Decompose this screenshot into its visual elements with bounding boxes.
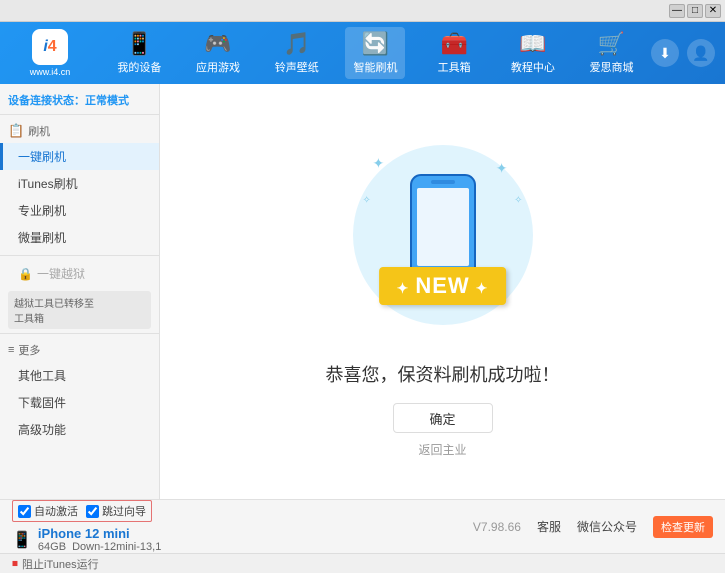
nav-label-toolbox: 工具箱 <box>438 59 471 75</box>
tutorials-icon: 📖 <box>519 31 546 57</box>
smart-flash-icon: 🔄 <box>362 31 389 57</box>
minimize-button[interactable]: — <box>669 4 685 18</box>
bottom-checkboxes: 自动激活 跳过向导 <box>12 500 172 522</box>
flash-group-icon: 📋 <box>8 123 24 139</box>
itunes-bar: ⏹ 阻止iTunes运行 <box>0 553 725 573</box>
lock-icon: 🔒 <box>18 267 33 281</box>
nav-item-my-device[interactable]: 📱 我的设备 <box>109 27 169 79</box>
more-section[interactable]: ≡ 更多 <box>0 338 159 362</box>
nav-bar: i4 www.i4.cn 📱 我的设备 🎮 应用游戏 🎵 铃声壁纸 🔄 智能刷机… <box>0 22 725 84</box>
sidebar-item-one-click-flash[interactable]: 一键刷机 <box>0 143 159 170</box>
nav-label-my-device: 我的设备 <box>117 59 161 75</box>
sidebar-notice: 越狱工具已转移至 工具箱 <box>8 291 151 329</box>
device-name: iPhone 12 mini <box>38 526 161 541</box>
wechat-link[interactable]: 微信公众号 <box>577 518 637 535</box>
nav-item-store[interactable]: 🛒 爱思商城 <box>582 27 642 79</box>
new-ribbon: NEW <box>379 267 507 305</box>
auto-activate-input[interactable] <box>18 505 31 518</box>
skip-guide-checkbox[interactable]: 跳过向导 <box>86 503 146 519</box>
auto-activate-checkbox[interactable]: 自动激活 <box>18 503 78 519</box>
nav-item-toolbox[interactable]: 🧰 工具箱 <box>424 27 484 79</box>
device-info: 📱 iPhone 12 mini 64GB Down-12mini-13,1 <box>12 526 172 553</box>
status-value: 正常模式 <box>85 95 129 107</box>
sidebar-item-advanced[interactable]: 高级功能 <box>0 416 159 443</box>
main-container: 设备连接状态：正常模式 📋 刷机 一键刷机 iTunes刷机 专业刷机 微量刷机… <box>0 84 725 499</box>
more-icon: ≡ <box>8 344 14 356</box>
main-content: ✦ ✦ ✧ ✧ NEW 恭喜您，保资料刷机成功啦！ 确定 返回 <box>160 84 725 499</box>
title-bar: — □ ✕ <box>0 0 725 22</box>
flash-group-label: 刷机 <box>28 123 50 139</box>
store-icon: 🛒 <box>598 31 625 57</box>
success-text: 恭喜您，保资料刷机成功啦！ <box>326 361 560 387</box>
back-link[interactable]: 返回主业 <box>418 441 466 458</box>
status-bar: 设备连接状态：正常模式 <box>0 88 159 115</box>
notice-text: 越狱工具已转移至 工具箱 <box>14 299 94 325</box>
device-system: Down-12mini-13,1 <box>72 541 161 553</box>
bottom-right: V7.98.66 客服 微信公众号 检查更新 <box>172 516 713 538</box>
version-label: V7.98.66 <box>473 520 521 534</box>
sidebar-divider-2 <box>0 333 159 334</box>
sparkle-1: ✦ <box>373 155 385 172</box>
nav-item-apps-games[interactable]: 🎮 应用游戏 <box>188 27 248 79</box>
auto-activate-label: 自动激活 <box>34 503 78 519</box>
update-button[interactable]: 检查更新 <box>653 516 713 538</box>
checkbox-border: 自动激活 跳过向导 <box>12 500 152 522</box>
sparkle-4: ✧ <box>363 195 371 206</box>
maximize-button[interactable]: □ <box>687 4 703 18</box>
nav-items: 📱 我的设备 🎮 应用游戏 🎵 铃声壁纸 🔄 智能刷机 🧰 工具箱 📖 教程中心… <box>100 27 651 79</box>
stop-icon: ⏹ <box>12 556 18 571</box>
status-label: 设备连接状态： <box>8 95 85 107</box>
nav-item-tutorials[interactable]: 📖 教程中心 <box>503 27 563 79</box>
skip-guide-label: 跳过向导 <box>102 503 146 519</box>
sidebar-item-itunes-flash[interactable]: iTunes刷机 <box>0 170 159 197</box>
ringtones-icon: 🎵 <box>283 31 310 57</box>
nav-item-ringtones[interactable]: 🎵 铃声壁纸 <box>267 27 327 79</box>
sparkle-2: ✦ <box>496 160 508 177</box>
sparkle-3: ✧ <box>514 195 522 206</box>
itunes-stop-label: 阻止iTunes运行 <box>22 556 99 572</box>
apps-games-icon: 🎮 <box>204 31 231 57</box>
app-logo: i4 www.i4.cn <box>10 29 90 77</box>
logo-subtitle: www.i4.cn <box>30 67 71 77</box>
device-storage: 64GB <box>38 541 66 553</box>
device-details: iPhone 12 mini 64GB Down-12mini-13,1 <box>38 526 161 553</box>
flash-group[interactable]: 📋 刷机 <box>0 119 159 143</box>
device-icon: 📱 <box>12 530 32 550</box>
nav-label-smart-flash: 智能刷机 <box>353 59 397 75</box>
service-link[interactable]: 客服 <box>537 518 561 535</box>
sidebar-divider-1 <box>0 255 159 256</box>
user-button[interactable]: 👤 <box>687 39 715 67</box>
close-button[interactable]: ✕ <box>705 4 721 18</box>
skip-guide-input[interactable] <box>86 505 99 518</box>
nav-right: ⬇ 👤 <box>651 39 715 67</box>
download-button[interactable]: ⬇ <box>651 39 679 67</box>
my-device-icon: 📱 <box>126 31 153 57</box>
sidebar-item-other-tools[interactable]: 其他工具 <box>0 362 159 389</box>
sidebar-item-jailbreak-disabled: 🔒 一键越狱 <box>0 260 159 287</box>
jailbreak-label: 一键越狱 <box>37 265 85 282</box>
toolbox-icon: 🧰 <box>440 31 467 57</box>
more-label: 更多 <box>18 342 40 358</box>
nav-label-apps-games: 应用游戏 <box>196 59 240 75</box>
sidebar: 设备连接状态：正常模式 📋 刷机 一键刷机 iTunes刷机 专业刷机 微量刷机… <box>0 84 160 499</box>
sidebar-item-pro-flash[interactable]: 专业刷机 <box>0 197 159 224</box>
confirm-button[interactable]: 确定 <box>393 403 493 433</box>
bottom-bar: 自动激活 跳过向导 📱 iPhone 12 mini 64GB Down-12m… <box>0 499 725 553</box>
sidebar-item-micro-flash[interactable]: 微量刷机 <box>0 224 159 251</box>
nav-label-ringtones: 铃声壁纸 <box>275 59 319 75</box>
nav-label-store: 爱思商城 <box>590 59 634 75</box>
phone-circle: ✦ ✦ ✧ ✧ NEW <box>353 145 533 325</box>
nav-item-smart-flash[interactable]: 🔄 智能刷机 <box>345 27 405 79</box>
success-illustration: ✦ ✦ ✧ ✧ NEW <box>343 125 543 345</box>
sidebar-item-download-firmware[interactable]: 下载固件 <box>0 389 159 416</box>
nav-label-tutorials: 教程中心 <box>511 59 555 75</box>
logo-icon: i4 <box>32 29 68 65</box>
